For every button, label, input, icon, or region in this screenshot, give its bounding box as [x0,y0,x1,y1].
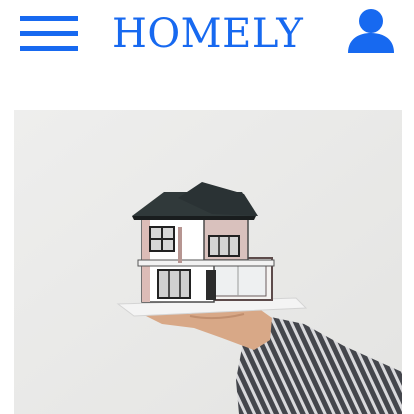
top-navigation-bar: HOMELY [0,0,414,70]
user-account-icon [348,9,394,53]
brand-logo[interactable]: HOMELY [112,8,332,60]
account-button[interactable] [345,5,397,55]
menu-button[interactable] [18,14,80,54]
hero-image [14,110,402,414]
model-house-photo [14,110,402,414]
hamburger-menu-icon [20,16,78,21]
app-screen: HOMELY [0,0,414,414]
